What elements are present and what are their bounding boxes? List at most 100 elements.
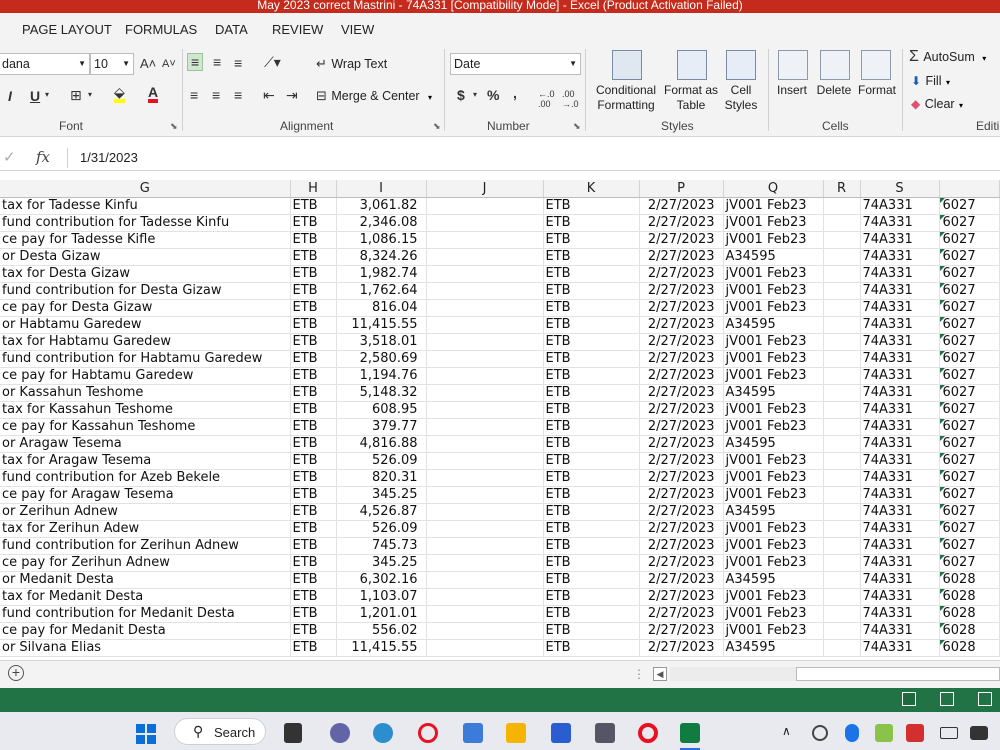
cell[interactable]: ETB	[543, 503, 640, 521]
currency-button[interactable]: $	[457, 87, 465, 103]
chevron-down-icon[interactable]: ▾	[473, 90, 477, 99]
cell[interactable]: fund contribution for Azeb Bekele	[0, 469, 291, 487]
cell[interactable]: 74A331	[860, 214, 940, 232]
cell[interactable]	[823, 299, 861, 317]
cell[interactable]: 6027	[939, 452, 1000, 470]
fx-icon[interactable]: fx	[36, 148, 50, 166]
page-layout-view-icon[interactable]	[940, 692, 954, 706]
decrease-indent-icon[interactable]: ⇤	[263, 87, 275, 104]
cell[interactable]: jV001 Feb23	[723, 231, 824, 249]
chevron-down-icon[interactable]: ▾	[88, 90, 92, 99]
cell[interactable]: jV001 Feb23	[723, 486, 824, 504]
cell[interactable]: 6027	[939, 520, 1000, 538]
cell[interactable]: jV001 Feb23	[723, 350, 824, 368]
cell[interactable]: 74A331	[860, 316, 940, 334]
cell[interactable]	[823, 214, 861, 232]
cell[interactable]: ETB	[543, 384, 640, 402]
cell[interactable]: 4,526.87	[336, 503, 427, 521]
delete-button[interactable]: Delete	[814, 83, 854, 98]
cell[interactable]: ETB	[543, 435, 640, 453]
cell[interactable]: A34595	[723, 435, 824, 453]
decrease-decimal-icon[interactable]: .00 →.0	[562, 89, 579, 109]
normal-view-icon[interactable]	[902, 692, 916, 706]
cell[interactable]: 74A331	[860, 333, 940, 351]
cell[interactable]: 74A331	[860, 401, 940, 419]
cell[interactable]: 6027	[939, 282, 1000, 300]
column-header[interactable]: H	[290, 180, 337, 198]
chat-icon[interactable]	[330, 723, 350, 743]
cell[interactable]	[823, 588, 861, 606]
cell[interactable]: ETB	[290, 469, 337, 487]
file-explorer-icon[interactable]	[506, 723, 526, 743]
format-button[interactable]: Format	[855, 83, 899, 98]
cell[interactable]: 2/27/2023	[639, 384, 724, 402]
cell[interactable]	[426, 554, 544, 572]
cell[interactable]: jV001 Feb23	[723, 605, 824, 623]
cell[interactable]: jV001 Feb23	[723, 197, 824, 215]
cell[interactable]: ETB	[543, 418, 640, 436]
cell[interactable]: 6027	[939, 333, 1000, 351]
cell[interactable]: jV001 Feb23	[723, 418, 824, 436]
opera-gx-icon[interactable]	[418, 723, 438, 743]
task-view-icon[interactable]	[284, 723, 302, 743]
cell[interactable]: tax for Desta Gizaw	[0, 265, 291, 283]
cell[interactable]: 6027	[939, 469, 1000, 487]
chevron-up-icon[interactable]: ∧	[782, 724, 791, 738]
cell[interactable]: ETB	[290, 571, 337, 589]
cell[interactable]	[823, 503, 861, 521]
cell[interactable]: 2/27/2023	[639, 554, 724, 572]
cell[interactable]	[823, 435, 861, 453]
cell[interactable]	[426, 333, 544, 351]
cell[interactable]: 2/27/2023	[639, 486, 724, 504]
fill-button[interactable]: ⬇ Fill ▾	[911, 72, 950, 90]
cell[interactable]: 6,302.16	[336, 571, 427, 589]
cell[interactable]: jV001 Feb23	[723, 282, 824, 300]
cell[interactable]: jV001 Feb23	[723, 401, 824, 419]
cell[interactable]: ETB	[290, 231, 337, 249]
cell[interactable]: ce pay for Desta Gizaw	[0, 299, 291, 317]
cell[interactable]	[426, 350, 544, 368]
cell[interactable]: 74A331	[860, 503, 940, 521]
cell[interactable]: 2/27/2023	[639, 401, 724, 419]
edge-browser-icon[interactable]	[373, 723, 393, 743]
cell[interactable]: or Desta Gizaw	[0, 248, 291, 266]
worksheet-grid[interactable]: GHIJKPQRS tax for Tadesse Kinfu ETB 3,061.…	[0, 180, 1000, 658]
cell[interactable]: ETB	[290, 537, 337, 555]
cell[interactable]: jV001 Feb23	[723, 214, 824, 232]
cell[interactable]: 74A331	[860, 588, 940, 606]
notepad-icon[interactable]	[463, 723, 483, 743]
cell[interactable]: 74A331	[860, 605, 940, 623]
cell[interactable]: 6027	[939, 554, 1000, 572]
cell[interactable]: 2/27/2023	[639, 197, 724, 215]
cell[interactable]	[426, 469, 544, 487]
cell[interactable]: tax for Medanit Desta	[0, 588, 291, 606]
cell[interactable]: ETB	[543, 299, 640, 317]
windows-start-icon[interactable]	[136, 724, 156, 744]
cell[interactable]: 2/27/2023	[639, 503, 724, 521]
page-break-view-icon[interactable]	[978, 692, 992, 706]
cell[interactable]: 2/27/2023	[639, 418, 724, 436]
cell[interactable]: ETB	[543, 231, 640, 249]
align-right-icon[interactable]: ≡	[234, 87, 242, 103]
cell[interactable]: jV001 Feb23	[723, 367, 824, 385]
cell[interactable]: tax for Tadesse Kinfu	[0, 197, 291, 215]
cell[interactable]: ETB	[543, 605, 640, 623]
cell[interactable]: 74A331	[860, 299, 940, 317]
cell[interactable]: 1,103.07	[336, 588, 427, 606]
cell[interactable]: ETB	[290, 316, 337, 334]
cell[interactable]: 2/27/2023	[639, 214, 724, 232]
check-icon[interactable]: ✓	[3, 148, 16, 166]
cell[interactable]: 526.09	[336, 520, 427, 538]
tray-app-icon[interactable]	[875, 724, 893, 742]
cell[interactable]: 6027	[939, 435, 1000, 453]
cell[interactable]: ETB	[290, 197, 337, 215]
alignment-launcher-icon[interactable]: ⬊	[433, 121, 441, 132]
cell[interactable]	[823, 282, 861, 300]
cell[interactable]: 6027	[939, 197, 1000, 215]
cell[interactable]: ETB	[290, 248, 337, 266]
cell[interactable]	[426, 588, 544, 606]
cell[interactable]: 74A331	[860, 520, 940, 538]
cell[interactable]: A34595	[723, 384, 824, 402]
cell[interactable]: ETB	[290, 452, 337, 470]
cell[interactable]: 74A331	[860, 367, 940, 385]
